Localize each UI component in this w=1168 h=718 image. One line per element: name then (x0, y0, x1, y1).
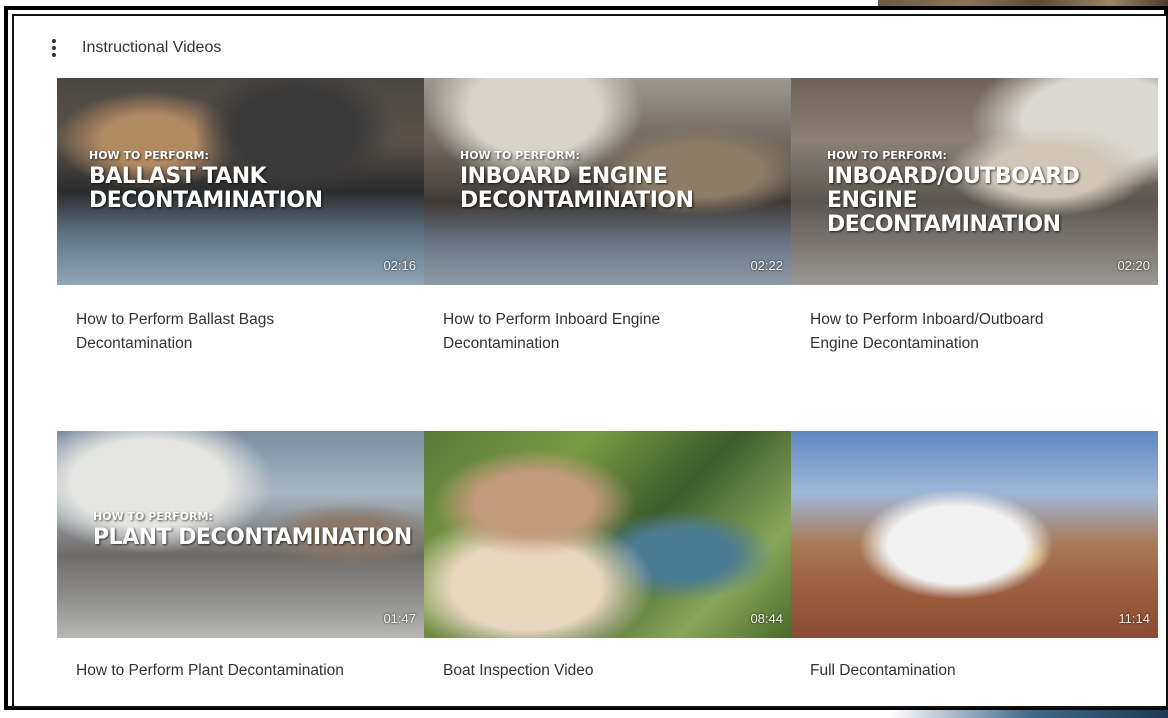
thumbnail-title-overlay: HOW TO PERFORM: INBOARD/OUTBOARD ENGINE … (827, 149, 1080, 237)
panel-header: Instructional Videos (48, 34, 221, 62)
video-card-inboard[interactable]: HOW TO PERFORM: INBOARD ENGINE DECONTAMI… (424, 78, 791, 352)
video-duration: 11:14 (1118, 611, 1150, 626)
video-thumbnail[interactable]: 11:14 (791, 431, 1158, 638)
video-duration: 02:20 (1117, 258, 1150, 273)
video-title[interactable]: How to Perform Inboard/Outboard Engine D… (810, 308, 1140, 356)
video-title[interactable]: How to Perform Inboard Engine Decontamin… (443, 308, 773, 356)
video-title[interactable]: Boat Inspection Video (443, 659, 773, 683)
video-title[interactable]: How to Perform Ballast Bags Decontaminat… (76, 308, 406, 356)
video-duration: 08:44 (750, 611, 783, 626)
video-thumbnail[interactable]: HOW TO PERFORM: INBOARD/OUTBOARD ENGINE … (791, 78, 1158, 285)
video-thumbnail[interactable]: HOW TO PERFORM: INBOARD ENGINE DECONTAMI… (424, 78, 791, 285)
kebab-menu-icon[interactable] (48, 36, 60, 60)
video-title[interactable]: Full Decontamination (810, 659, 1140, 683)
video-thumbnail[interactable]: HOW TO PERFORM: BALLAST TANK DECONTAMINA… (57, 78, 424, 285)
thumbnail-title-overlay: HOW TO PERFORM: BALLAST TANK DECONTAMINA… (89, 149, 323, 213)
video-card-full-decontamination[interactable]: 11:14 Full Decontamination (791, 431, 1158, 679)
video-title[interactable]: How to Perform Plant Decontamination (76, 659, 406, 683)
video-duration: 01:47 (383, 611, 416, 626)
thumbnail-title-overlay: HOW TO PERFORM: PLANT DECONTAMINATION (93, 510, 412, 550)
video-card-ballast[interactable]: HOW TO PERFORM: BALLAST TANK DECONTAMINA… (57, 78, 424, 352)
video-thumbnail[interactable]: HOW TO PERFORM: PLANT DECONTAMINATION 01… (57, 431, 424, 638)
video-thumbnail[interactable]: 08:44 (424, 431, 791, 638)
video-card-plant[interactable]: HOW TO PERFORM: PLANT DECONTAMINATION 01… (57, 431, 424, 679)
video-card-inboard-outboard[interactable]: HOW TO PERFORM: INBOARD/OUTBOARD ENGINE … (791, 78, 1158, 352)
video-duration: 02:22 (750, 258, 783, 273)
video-duration: 02:16 (383, 258, 416, 273)
screen: Instructional Videos HOW TO PERFORM: BAL… (0, 0, 1168, 718)
panel-title: Instructional Videos (82, 39, 222, 56)
thumbnail-title-overlay: HOW TO PERFORM: INBOARD ENGINE DECONTAMI… (460, 149, 694, 213)
video-card-boat-inspection[interactable]: 08:44 Boat Inspection Video (424, 431, 791, 679)
